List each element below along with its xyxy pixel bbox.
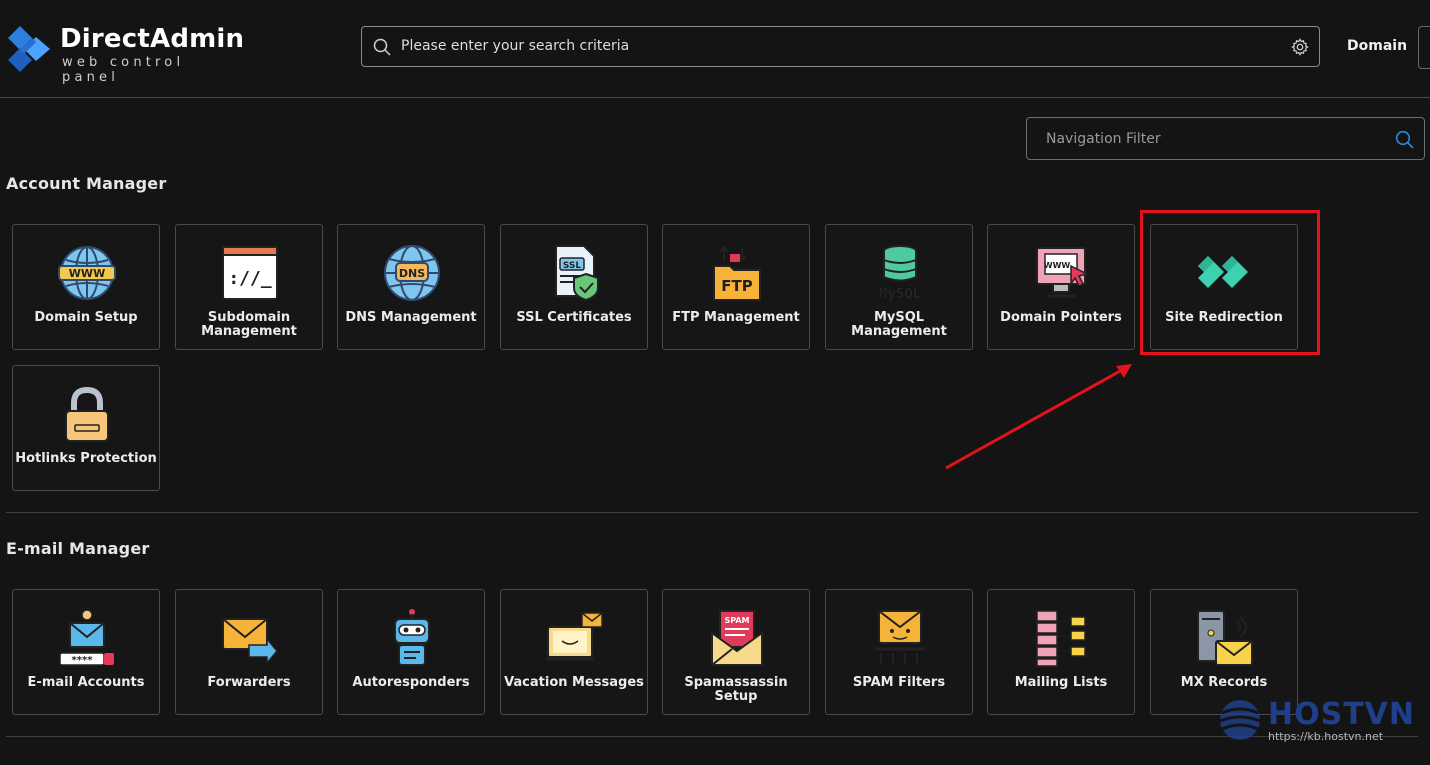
tile-autoresponders[interactable]: Autoresponders bbox=[337, 589, 485, 715]
tile-label: MySQL Management bbox=[851, 310, 947, 339]
mysql-database-icon: MySQL bbox=[879, 245, 921, 302]
tile-label: Domain Setup bbox=[34, 310, 138, 325]
tile-vacation-messages[interactable]: Vacation Messages bbox=[500, 589, 648, 715]
tile-mysql-management[interactable]: MySQL MySQL Management bbox=[825, 224, 973, 350]
tile-label: DNS Management bbox=[345, 310, 477, 325]
terminal-window-icon: ://_ bbox=[222, 246, 278, 300]
directadmin-logo[interactable]: DirectAdmin web control panel bbox=[6, 22, 246, 85]
section-title-email-manager: E-mail Manager bbox=[6, 539, 150, 558]
svg-text:SPAM: SPAM bbox=[724, 616, 749, 625]
hostvn-watermark: HOSTVN https://kb.hostvn.net bbox=[1216, 697, 1416, 747]
watermark-brand: HOSTVN bbox=[1268, 697, 1416, 732]
svg-text:WWW: WWW bbox=[69, 267, 105, 280]
svg-text:WWW: WWW bbox=[1044, 261, 1071, 270]
tile-label: Autoresponders bbox=[352, 675, 470, 690]
dns-globe-icon: DNS bbox=[384, 245, 440, 301]
padlock-icon bbox=[65, 386, 109, 442]
monitor-www-pointer-icon: WWW bbox=[1036, 247, 1090, 298]
ssl-document-icon: SSL bbox=[555, 245, 599, 302]
svg-text:SSL: SSL bbox=[563, 261, 582, 271]
tile-ftp-management[interactable]: FTP FTP Management bbox=[662, 224, 810, 350]
spam-filter-icon bbox=[875, 610, 925, 665]
svg-text:MySQL: MySQL bbox=[879, 286, 921, 302]
email-account-icon: **** bbox=[59, 609, 114, 666]
top-header: DirectAdmin web control panel Domain bbox=[0, 0, 1430, 98]
domain-selector-label[interactable]: Domain bbox=[1347, 38, 1407, 54]
tile-spamassassin-setup[interactable]: SPAM Spamassassin Setup bbox=[662, 589, 810, 715]
tile-label: E-mail Accounts bbox=[27, 675, 145, 690]
tile-label: MX Records bbox=[1180, 675, 1268, 690]
tile-label: Mailing Lists bbox=[1014, 675, 1108, 690]
tile-spam-filters[interactable]: SPAM Filters bbox=[825, 589, 973, 715]
tile-label: Spamassassin Setup bbox=[684, 675, 788, 704]
tile-label: SSL Certificates bbox=[516, 310, 632, 325]
tile-email-accounts[interactable]: **** E-mail Accounts bbox=[12, 589, 160, 715]
annotation-arrow bbox=[945, 364, 1132, 470]
spam-envelope-icon: SPAM bbox=[711, 610, 763, 666]
mailing-list-icon bbox=[1036, 610, 1086, 667]
navigation-filter bbox=[1026, 117, 1425, 160]
tile-ssl-certificates[interactable]: SSL SSL Certificates bbox=[500, 224, 648, 350]
tile-dns-management[interactable]: DNS DNS Management bbox=[337, 224, 485, 350]
hostvn-logo-icon bbox=[1219, 700, 1261, 740]
tile-label: FTP Management bbox=[672, 310, 800, 325]
svg-text:://_: ://_ bbox=[228, 268, 272, 289]
tile-subdomain-management[interactable]: ://_ Subdomain Management bbox=[175, 224, 323, 350]
tile-label: SPAM Filters bbox=[852, 675, 946, 690]
navigation-filter-input[interactable] bbox=[1046, 118, 1386, 159]
ftp-folder-icon: FTP bbox=[713, 245, 761, 301]
tile-mailing-lists[interactable]: Mailing Lists bbox=[987, 589, 1135, 715]
svg-text:FTP: FTP bbox=[721, 277, 752, 295]
search-input[interactable] bbox=[401, 27, 1281, 66]
tile-forwarders[interactable]: Forwarders bbox=[175, 589, 323, 715]
laptop-mail-icon bbox=[546, 612, 603, 661]
brand-tagline: web control panel bbox=[62, 55, 185, 85]
section-divider bbox=[6, 512, 1418, 513]
tile-domain-setup[interactable]: WWW Domain Setup bbox=[12, 224, 160, 350]
mx-server-mail-icon bbox=[1197, 610, 1253, 666]
tile-label: Subdomain Management bbox=[201, 310, 297, 339]
tile-domain-pointers[interactable]: WWW Domain Pointers bbox=[987, 224, 1135, 350]
watermark-url: https://kb.hostvn.net bbox=[1268, 730, 1384, 743]
globe-www-icon: WWW bbox=[58, 246, 116, 300]
tile-hotlinks-protection[interactable]: Hotlinks Protection bbox=[12, 365, 160, 491]
gear-icon[interactable] bbox=[1291, 38, 1309, 56]
envelope-forward-icon bbox=[222, 618, 278, 666]
directadmin-logo-icon bbox=[8, 26, 50, 72]
domain-selector[interactable] bbox=[1418, 26, 1430, 69]
tile-label: Forwarders bbox=[207, 675, 291, 690]
search-icon[interactable] bbox=[1395, 130, 1414, 149]
robot-icon bbox=[394, 609, 430, 666]
section-title-account-manager: Account Manager bbox=[6, 174, 167, 193]
tile-label: Domain Pointers bbox=[1000, 310, 1122, 325]
search-icon bbox=[373, 38, 391, 56]
svg-text:****: **** bbox=[72, 655, 94, 666]
brand-name: DirectAdmin bbox=[60, 24, 245, 54]
highlight-box bbox=[1140, 210, 1320, 355]
section-divider bbox=[6, 736, 1418, 737]
tile-label: Vacation Messages bbox=[504, 675, 644, 690]
global-search bbox=[361, 26, 1320, 67]
tile-label: Hotlinks Protection bbox=[15, 451, 157, 466]
svg-text:DNS: DNS bbox=[399, 267, 425, 280]
